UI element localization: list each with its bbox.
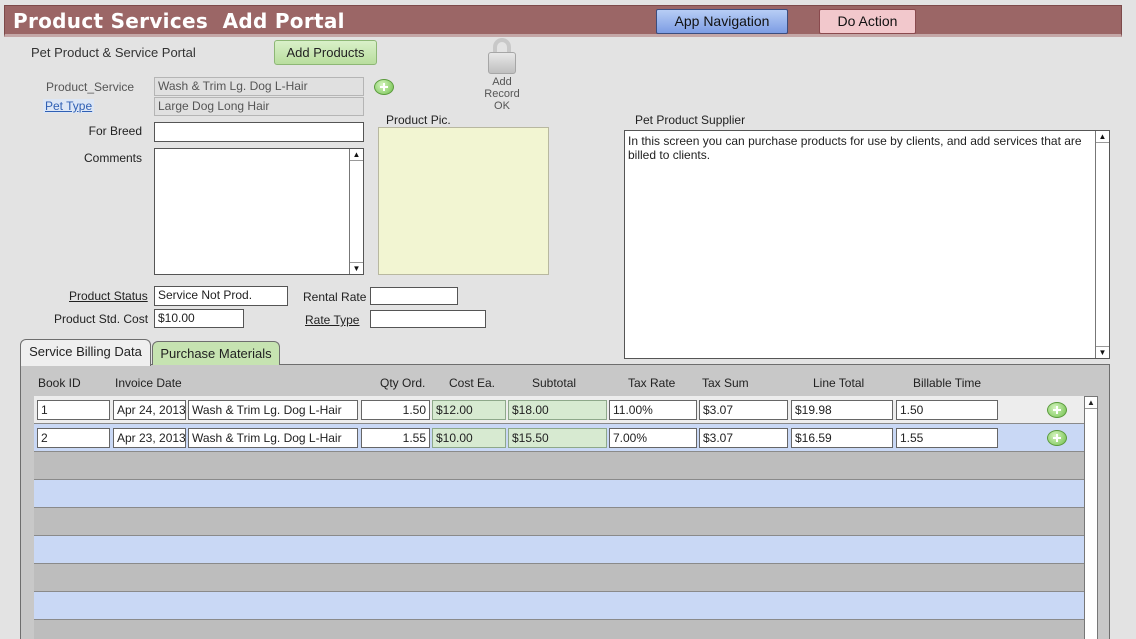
- table-row[interactable]: 1 Apr 24, 2013 Wash & Trim Lg. Dog L-Hai…: [34, 396, 1084, 424]
- tax-sum-cell[interactable]: $3.07: [699, 400, 788, 420]
- pet-type-link[interactable]: Pet Type: [43, 99, 95, 113]
- invoice-date-cell[interactable]: Apr 24, 2013: [113, 400, 186, 420]
- table-row-empty[interactable]: [34, 536, 1084, 564]
- rental-rate-field[interactable]: [370, 287, 458, 305]
- add-record-line2: Record: [484, 88, 520, 100]
- product-service-label: Product_Service: [46, 80, 135, 94]
- column-header-line-total: Line Total: [813, 376, 865, 390]
- service-cell[interactable]: Wash & Trim Lg. Dog L-Hair: [188, 400, 358, 420]
- tax-rate-cell[interactable]: 7.00%: [609, 428, 697, 448]
- service-cell[interactable]: Wash & Trim Lg. Dog L-Hair: [188, 428, 358, 448]
- comments-scrollbar[interactable]: ▲ ▼: [349, 149, 363, 274]
- subtotal-cell[interactable]: $18.00: [508, 400, 607, 420]
- add-products-button[interactable]: Add Products: [274, 40, 377, 65]
- tax-rate-cell[interactable]: 11.00%: [609, 400, 697, 420]
- cost-cell[interactable]: $12.00: [432, 400, 506, 420]
- product-std-cost-label: Product Std. Cost: [54, 312, 149, 326]
- table-row-empty[interactable]: [34, 592, 1084, 620]
- for-breed-label: For Breed: [88, 124, 142, 138]
- supplier-label: Pet Product Supplier: [635, 113, 746, 127]
- table-scrollbar[interactable]: ▲: [1084, 396, 1098, 639]
- app-navigation-button[interactable]: App Navigation: [656, 9, 788, 34]
- column-header-book-id: Book ID: [38, 376, 81, 390]
- tab-service-billing-data[interactable]: Service Billing Data: [20, 339, 151, 366]
- product-status-field[interactable]: Service Not Prod.: [154, 286, 288, 306]
- line-total-cell[interactable]: $16.59: [791, 428, 893, 448]
- comments-label: Comments: [83, 151, 142, 165]
- tab-purchase-materials[interactable]: Purchase Materials: [152, 341, 280, 365]
- add-row-icon[interactable]: [1047, 430, 1067, 446]
- product-pic-label: Product Pic.: [386, 113, 451, 127]
- pet-type-field[interactable]: Large Dog Long Hair: [154, 97, 364, 116]
- scroll-up-icon[interactable]: ▲: [350, 149, 363, 161]
- column-header-subtotal: Subtotal: [532, 376, 577, 390]
- table-row[interactable]: 2 Apr 23, 2013 Wash & Trim Lg. Dog L-Hai…: [34, 424, 1084, 452]
- qty-cell[interactable]: 1.55: [361, 428, 430, 448]
- book-id-cell[interactable]: 1: [37, 400, 110, 420]
- table-row-empty[interactable]: [34, 564, 1084, 592]
- page-title: Product Services Add Portal: [13, 9, 345, 33]
- rental-rate-label: Rental Rate: [303, 290, 367, 304]
- add-record-line3: OK: [494, 100, 510, 112]
- column-header-tax-rate: Tax Rate: [628, 376, 676, 390]
- scroll-up-icon[interactable]: ▲: [1096, 131, 1109, 143]
- comments-textarea[interactable]: ▲ ▼: [154, 148, 364, 275]
- portal-label: Pet Product & Service Portal: [31, 45, 196, 60]
- add-record-control[interactable]: Add Record OK: [480, 38, 524, 112]
- column-header-billable-time: Billable Time: [913, 376, 982, 390]
- scroll-up-icon[interactable]: ▲: [1085, 397, 1097, 409]
- do-action-button[interactable]: Do Action: [819, 9, 916, 34]
- supplier-scrollbar[interactable]: ▲ ▼: [1095, 131, 1109, 358]
- scroll-down-icon[interactable]: ▼: [1096, 346, 1109, 358]
- scroll-down-icon[interactable]: ▼: [350, 262, 363, 274]
- qty-cell[interactable]: 1.50: [361, 400, 430, 420]
- cost-cell[interactable]: $10.00: [432, 428, 506, 448]
- billable-time-cell[interactable]: 1.50: [896, 400, 998, 420]
- supplier-text: In this screen you can purchase products…: [628, 134, 1082, 162]
- product-status-label[interactable]: Product Status: [69, 289, 148, 303]
- add-service-icon[interactable]: [374, 79, 394, 95]
- column-header-tax-sum: Tax Sum: [702, 376, 749, 390]
- table-row-empty[interactable]: [34, 452, 1084, 480]
- title-bar: Product Services Add Portal: [4, 5, 1122, 37]
- line-total-cell[interactable]: $19.98: [791, 400, 893, 420]
- tax-sum-cell[interactable]: $3.07: [699, 428, 788, 448]
- add-row-icon[interactable]: [1047, 402, 1067, 418]
- supplier-textarea[interactable]: In this screen you can purchase products…: [624, 130, 1110, 359]
- table-row-empty[interactable]: [34, 480, 1084, 508]
- product-std-cost-field[interactable]: $10.00: [154, 309, 244, 328]
- add-record-line1: Add: [492, 76, 512, 88]
- column-header-cost-ea: Cost Ea.: [449, 376, 496, 390]
- rate-type-label[interactable]: Rate Type: [305, 313, 359, 327]
- table-row-empty[interactable]: [34, 620, 1084, 639]
- column-header-invoice-date: Invoice Date: [115, 376, 182, 390]
- column-header-qty-ord: Qty Ord.: [380, 376, 426, 390]
- book-id-cell[interactable]: 2: [37, 428, 110, 448]
- billable-time-cell[interactable]: 1.55: [896, 428, 998, 448]
- lock-icon[interactable]: [488, 38, 516, 74]
- rate-type-field[interactable]: [370, 310, 486, 328]
- product-pic-container[interactable]: [378, 127, 549, 275]
- table-row-empty[interactable]: [34, 508, 1084, 536]
- for-breed-field[interactable]: [154, 122, 364, 142]
- product-service-field[interactable]: Wash & Trim Lg. Dog L-Hair: [154, 77, 364, 96]
- invoice-date-cell[interactable]: Apr 23, 2013: [113, 428, 186, 448]
- subtotal-cell[interactable]: $15.50: [508, 428, 607, 448]
